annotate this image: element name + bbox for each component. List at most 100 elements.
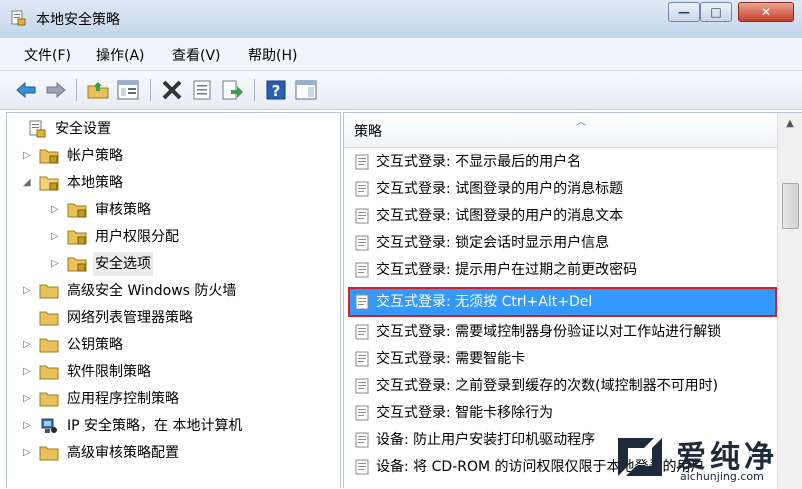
export-icon bbox=[222, 80, 243, 100]
policy-name: 交互式登录: 提示用户在过期之前更改密码 bbox=[376, 262, 638, 278]
tree-twisty[interactable]: ▷ bbox=[23, 387, 35, 411]
tree-twisty[interactable]: ▷ bbox=[23, 360, 35, 384]
back-arrow-icon bbox=[16, 81, 36, 99]
menu-file[interactable]: 文件(F) bbox=[24, 45, 71, 65]
policy-name: 交互式登录: 试图登录的用户的消息文本 bbox=[376, 208, 624, 224]
column-header-label: 策略 bbox=[354, 124, 382, 140]
menu-help[interactable]: 帮助(H) bbox=[248, 45, 297, 65]
policy-row-selected[interactable]: 交互式登录: 无须按 Ctrl+Alt+Del bbox=[348, 287, 777, 317]
policy-row[interactable]: 交互式登录: 之前登录到缓存的次数(域控制器不可用时) bbox=[350, 373, 775, 399]
policy-row[interactable]: 交互式登录: 不显示最后的用户名 bbox=[350, 149, 775, 175]
tree-item-label: 安全设置 bbox=[55, 121, 111, 137]
policy-row[interactable]: 交互式登录: 试图登录的用户的消息标题 bbox=[350, 176, 775, 202]
column-header-policy[interactable]: 策略 ︿ bbox=[344, 113, 777, 148]
policy-name: 交互式登录: 锁定会话时显示用户信息 bbox=[376, 235, 610, 251]
tree-item-label: IP 安全策略，在 本地计算机 bbox=[67, 418, 243, 434]
title-bar: 本地安全策略 — □ ✕ bbox=[0, 0, 802, 39]
policy-row[interactable]: 交互式登录: 需要域控制器身份验证以对工作站进行解锁 bbox=[350, 319, 775, 345]
minimize-icon: — bbox=[678, 5, 690, 19]
tree-twisty[interactable]: ▷ bbox=[23, 441, 35, 465]
policy-row[interactable]: 交互式登录: 需要智能卡 bbox=[350, 346, 775, 372]
policy-name: 交互式登录: 不显示最后的用户名 bbox=[376, 154, 582, 170]
close-button[interactable]: ✕ bbox=[738, 2, 794, 22]
policy-name: 交互式登录: 智能卡移除行为 bbox=[376, 405, 554, 421]
tree-twisty[interactable]: ▷ bbox=[51, 252, 63, 276]
scroll-up-icon[interactable]: ▲ bbox=[778, 115, 802, 133]
sort-ascending-icon: ︿ bbox=[576, 117, 586, 128]
policy-name: 交互式登录: 无须按 Ctrl+Alt+Del bbox=[376, 294, 593, 310]
forward-button[interactable] bbox=[44, 78, 68, 102]
tree-twisty[interactable]: ▷ bbox=[23, 144, 35, 168]
up-folder-icon bbox=[87, 82, 109, 99]
up-level-button[interactable] bbox=[86, 78, 110, 102]
show-hide-tree-button[interactable] bbox=[116, 78, 140, 102]
tree-twisty[interactable]: ▷ bbox=[23, 333, 35, 357]
folder-icon bbox=[39, 365, 59, 380]
policy-item-icon bbox=[355, 351, 369, 367]
tree-twisty[interactable]: ▷ bbox=[51, 225, 63, 249]
menu-action[interactable]: 操作(A) bbox=[96, 45, 145, 65]
folder-icon bbox=[39, 338, 59, 353]
toolbar: ? bbox=[0, 71, 802, 110]
folder-icon bbox=[39, 392, 59, 407]
folder-icon bbox=[39, 446, 59, 461]
folder-icon bbox=[39, 284, 59, 299]
delete-icon bbox=[162, 80, 182, 100]
folder-lock-icon bbox=[67, 230, 87, 245]
policy-name: 交互式登录: 试图登录的用户的消息标题 bbox=[376, 181, 624, 197]
maximize-button[interactable]: □ bbox=[700, 2, 732, 22]
policy-item-icon bbox=[355, 181, 369, 197]
menu-bar: 文件(F) 操作(A) 查看(V) 帮助(H) bbox=[0, 38, 802, 71]
tree-twisty[interactable]: ▷ bbox=[51, 198, 63, 222]
folder-lock-icon bbox=[67, 257, 87, 272]
policy-item-icon bbox=[355, 154, 369, 170]
back-button[interactable] bbox=[14, 78, 38, 102]
watermark: 爱纯净 aichunjing.com bbox=[606, 430, 802, 488]
menu-view[interactable]: 查看(V) bbox=[172, 45, 221, 65]
minimize-button[interactable]: — bbox=[668, 2, 700, 22]
policy-name: 设备: 防止用户安装打印机驱动程序 bbox=[376, 432, 596, 448]
policy-name: 交互式登录: 需要智能卡 bbox=[376, 351, 526, 367]
policy-item-icon bbox=[355, 459, 369, 475]
policy-item-icon bbox=[355, 405, 369, 421]
tree-item-label: 应用程序控制策略 bbox=[67, 391, 179, 407]
policy-item-icon bbox=[355, 294, 369, 310]
watermark-url: aichunjing.com bbox=[680, 470, 764, 483]
policy-item-icon bbox=[355, 208, 369, 224]
ip-security-icon bbox=[41, 418, 57, 433]
policy-item-icon bbox=[355, 432, 369, 448]
tree-twisty[interactable]: ▷ bbox=[23, 279, 35, 303]
tree-twisty[interactable]: ◢ bbox=[23, 171, 35, 195]
delete-button[interactable] bbox=[160, 78, 184, 102]
properties-icon bbox=[193, 80, 211, 100]
forward-arrow-icon bbox=[46, 81, 66, 99]
properties-button[interactable] bbox=[190, 78, 214, 102]
folder-lock-icon bbox=[39, 149, 59, 164]
security-policy-icon bbox=[11, 10, 26, 26]
policy-item-icon bbox=[355, 262, 369, 278]
folder-lock-icon bbox=[67, 203, 87, 218]
brand-logo-icon bbox=[618, 438, 662, 476]
tree-item-label: 软件限制策略 bbox=[67, 364, 151, 380]
policy-row[interactable]: 交互式登录: 试图登录的用户的消息文本 bbox=[350, 203, 775, 229]
policy-row[interactable]: 交互式登录: 锁定会话时显示用户信息 bbox=[350, 230, 775, 256]
help-icon: ? bbox=[266, 80, 286, 100]
export-list-button[interactable] bbox=[220, 78, 244, 102]
policy-item-icon bbox=[355, 324, 369, 340]
tree-item-label: 用户权限分配 bbox=[95, 229, 179, 245]
tree-pane: 安全设置 ▷ 帐户策略 ◢ 本地策略 ▷ 审核策略 ▷ 用户权限分配 ▷ 安全选… bbox=[6, 112, 341, 488]
policy-row[interactable]: 交互式登录: 智能卡移除行为 bbox=[350, 400, 775, 426]
tree-item-label: 公钥策略 bbox=[67, 337, 123, 353]
tree-item-label: 帐户策略 bbox=[67, 148, 123, 164]
tree-twisty[interactable]: ▷ bbox=[23, 414, 35, 438]
policy-name: 交互式登录: 需要域控制器身份验证以对工作站进行解锁 bbox=[376, 324, 722, 340]
console-button[interactable] bbox=[294, 78, 318, 102]
folder-open-lock-icon bbox=[39, 176, 59, 191]
tree-item-label: 审核策略 bbox=[95, 202, 151, 218]
show-hide-tree-icon bbox=[117, 80, 139, 100]
help-button[interactable]: ? bbox=[264, 78, 288, 102]
policy-row[interactable]: 交互式登录: 提示用户在过期之前更改密码 bbox=[350, 257, 775, 283]
console-icon bbox=[295, 80, 317, 100]
folder-icon bbox=[39, 311, 59, 326]
scrollbar-thumb[interactable] bbox=[782, 183, 799, 229]
